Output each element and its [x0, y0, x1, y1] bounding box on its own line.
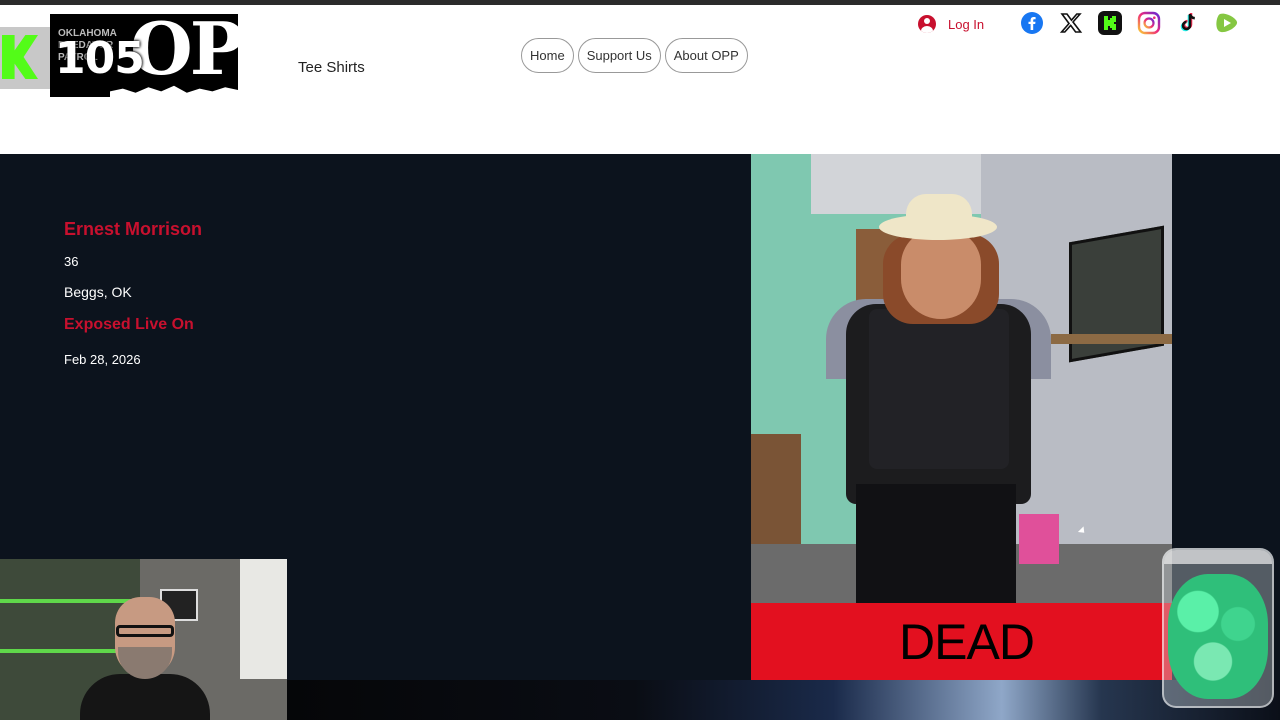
profile-section: Ernest Morrison 36 Beggs, OK Exposed Liv…: [0, 154, 1280, 720]
profile-photo: [751, 154, 1172, 603]
profile-age: 36: [64, 254, 79, 269]
rumble-icon[interactable]: [1214, 10, 1240, 36]
main-nav: Home Support Us About OPP: [521, 38, 748, 73]
nav-home-button[interactable]: Home: [521, 38, 574, 73]
status-banner: DEAD: [751, 603, 1172, 680]
exposed-date: Feb 28, 2026: [64, 352, 141, 367]
login-button[interactable]: Log In: [918, 15, 984, 33]
x-icon[interactable]: [1058, 10, 1084, 36]
tiktok-icon[interactable]: [1175, 10, 1201, 36]
stream-counter-overlay: 105: [55, 33, 145, 84]
nav-support-us-button[interactable]: Support Us: [577, 38, 661, 73]
webcam-overlay: [0, 559, 287, 720]
exposed-heading: Exposed Live On: [64, 316, 194, 333]
login-label: Log In: [948, 16, 985, 32]
user-avatar-icon: [918, 15, 936, 33]
social-links: [1019, 10, 1240, 36]
profile-name: Ernest Morrison: [64, 219, 203, 239]
jar-overlay: [1162, 548, 1274, 708]
status-banner-text: DEAD: [899, 613, 1035, 670]
kick-badge: [0, 27, 50, 89]
kick-icon[interactable]: [1097, 10, 1123, 36]
logo-text: OPP: [130, 14, 238, 91]
kick-logo-icon: [2, 35, 38, 79]
instagram-icon[interactable]: [1136, 10, 1162, 36]
site-header: OKLAHOMA PREDATOR PATROL OPP 105 Tee Shi…: [0, 5, 1280, 154]
stream-overlay-strip: [287, 680, 1280, 720]
tee-shirts-link[interactable]: Tee Shirts: [298, 59, 365, 76]
profile-location: Beggs, OK: [64, 284, 132, 300]
facebook-icon[interactable]: [1019, 10, 1045, 36]
nav-about-opp-button[interactable]: About OPP: [664, 38, 748, 73]
